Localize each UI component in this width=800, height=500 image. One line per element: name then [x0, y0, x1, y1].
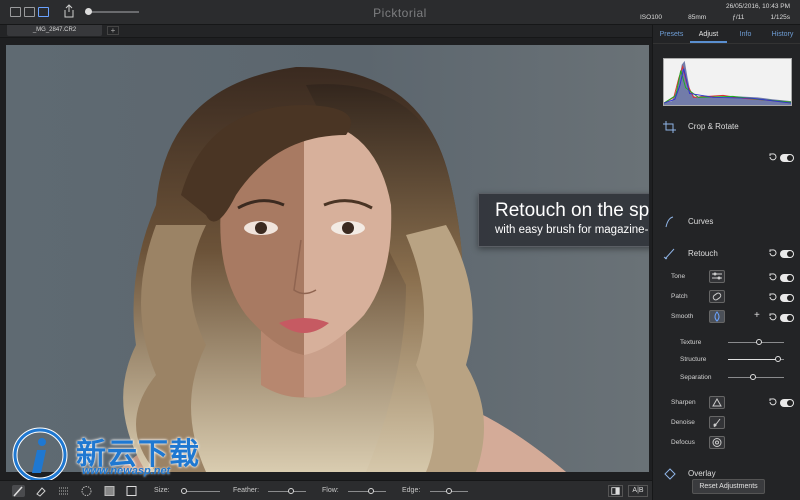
patch-toggle[interactable]: [780, 294, 794, 302]
reset-adjustments-button[interactable]: Reset Adjustments: [692, 479, 765, 494]
add-tab-button[interactable]: +: [107, 26, 119, 35]
newasp-logo-icon: [12, 427, 68, 483]
feather-slider-knob[interactable]: [287, 488, 294, 494]
eraser-icon[interactable]: [34, 485, 47, 497]
flow-label: Flow:: [322, 487, 339, 494]
drop-icon: [714, 311, 720, 322]
crop-icon: [663, 121, 676, 133]
bandage-icon: [712, 292, 722, 301]
sharpen-toggle[interactable]: [780, 399, 794, 407]
watermark-url: www.newasp.net: [82, 465, 171, 477]
ab-compare-button[interactable]: A|B: [628, 485, 648, 497]
tab-history[interactable]: History: [764, 25, 800, 43]
tone-tool-button[interactable]: [709, 270, 725, 283]
texture-slider-knob[interactable]: [755, 339, 762, 345]
undo-icon[interactable]: [768, 153, 777, 162]
feather-label: Feather:: [233, 487, 260, 494]
title-bar: Picktorial 26/05/2016, 10:43 PM ISO100 8…: [0, 0, 800, 25]
tone-label: Tone: [671, 273, 686, 280]
toggle-switch[interactable]: [780, 154, 794, 162]
patch-tool-button[interactable]: [709, 290, 725, 303]
retouch-toggle[interactable]: [780, 250, 794, 258]
smooth-undo-icon[interactable]: [768, 313, 777, 322]
smooth-tool-button[interactable]: [709, 310, 725, 323]
structure-label: Structure: [680, 356, 707, 363]
tone-undo-icon[interactable]: [768, 273, 777, 282]
flow-slider-knob[interactable]: [367, 488, 374, 494]
patch-undo-icon[interactable]: [768, 293, 777, 302]
defocus-label: Defocus: [671, 439, 695, 446]
smooth-toggle[interactable]: [780, 314, 794, 322]
denoise-label: Denoise: [671, 419, 695, 426]
sharpen-tool-button[interactable]: [709, 396, 725, 409]
focal-length: 85mm: [688, 14, 707, 21]
shutter-speed: 1/125s: [770, 14, 790, 21]
patch-label: Patch: [671, 293, 688, 300]
file-tab-bar: _MG_2847.CR2 +: [0, 25, 652, 38]
texture-slider[interactable]: [728, 339, 784, 345]
edge-slider-knob[interactable]: [446, 488, 452, 494]
image-canvas[interactable]: Retouch on the spot with easy brush for …: [6, 45, 649, 472]
section-curves[interactable]: Curves: [653, 213, 800, 231]
radial-icon[interactable]: [80, 485, 93, 497]
curves-icon: [665, 216, 674, 228]
exif-info: 26/05/2016, 10:43 PM ISO100 85mm ƒ/11 1/…: [640, 3, 790, 23]
tooltip-subtitle: with easy brush for magazine-level resul…: [495, 224, 649, 236]
histogram: [663, 58, 792, 106]
iso-value: ISO100: [640, 14, 663, 21]
gradient-icon[interactable]: [103, 485, 116, 497]
size-slider-knob[interactable]: [180, 488, 187, 494]
retouch-undo-icon[interactable]: [768, 249, 777, 258]
feather-slider[interactable]: [268, 488, 306, 494]
edge-slider[interactable]: [430, 488, 468, 494]
pattern-icon[interactable]: [57, 485, 70, 497]
aperture-icon: [712, 438, 722, 447]
smooth-label: Smooth: [671, 313, 694, 320]
denoise-brush-icon: [713, 418, 721, 428]
size-slider[interactable]: [180, 488, 220, 494]
tone-sliders-icon: [712, 272, 722, 280]
section-retouch[interactable]: Retouch: [653, 245, 800, 263]
sharpen-undo-icon[interactable]: [768, 398, 777, 407]
panel-tabs: Presets Adjust Info History: [653, 25, 800, 44]
tone-toggle[interactable]: [780, 274, 794, 282]
retouch-brush-icon: [663, 248, 675, 260]
adjust-panel: Presets Adjust Info History Crop & Rotat…: [652, 25, 800, 500]
section-overlay-label: Overlay: [688, 469, 716, 478]
add-smooth-button[interactable]: +: [754, 310, 760, 321]
separation-label: Separation: [680, 374, 712, 381]
feature-tooltip: Retouch on the spot with easy brush for …: [478, 193, 649, 247]
before-after-icon[interactable]: [608, 485, 623, 497]
texture-label: Texture: [680, 339, 702, 346]
brush-toolbar: Size: Feather: Flow: Edge: A|B: [0, 480, 652, 500]
structure-slider[interactable]: [728, 356, 784, 362]
section-retouch-label: Retouch: [688, 249, 718, 258]
capture-date: 26/05/2016, 10:43 PM: [726, 3, 790, 10]
triangle-icon: [712, 397, 722, 407]
overlay-icon: [664, 468, 676, 480]
portrait-photo: [116, 66, 566, 472]
section-crop-label: Crop & Rotate: [688, 122, 739, 131]
aperture-value: ƒ/11: [732, 14, 745, 21]
separation-slider-knob[interactable]: [750, 374, 757, 380]
size-label: Size:: [154, 487, 170, 494]
defocus-tool-button[interactable]: [709, 436, 725, 449]
flow-slider[interactable]: [348, 488, 386, 494]
sharpen-label: Sharpen: [671, 399, 696, 406]
file-tab[interactable]: _MG_2847.CR2: [7, 25, 102, 36]
section-curves-label: Curves: [688, 217, 714, 226]
tab-adjust[interactable]: Adjust: [690, 25, 727, 43]
watermark: 新云下载 www.newasp.net: [10, 425, 230, 485]
tooltip-title: Retouch on the spot: [495, 200, 649, 221]
brush-icon[interactable]: [12, 485, 25, 497]
tab-info[interactable]: Info: [727, 25, 764, 43]
edge-label: Edge:: [402, 487, 421, 494]
denoise-tool-button[interactable]: [709, 416, 725, 429]
structure-slider-knob[interactable]: [775, 356, 782, 362]
mask-icon[interactable]: [125, 485, 138, 497]
section-crop[interactable]: Crop & Rotate: [653, 118, 800, 136]
separation-slider[interactable]: [728, 374, 784, 380]
tab-presets[interactable]: Presets: [653, 25, 690, 43]
